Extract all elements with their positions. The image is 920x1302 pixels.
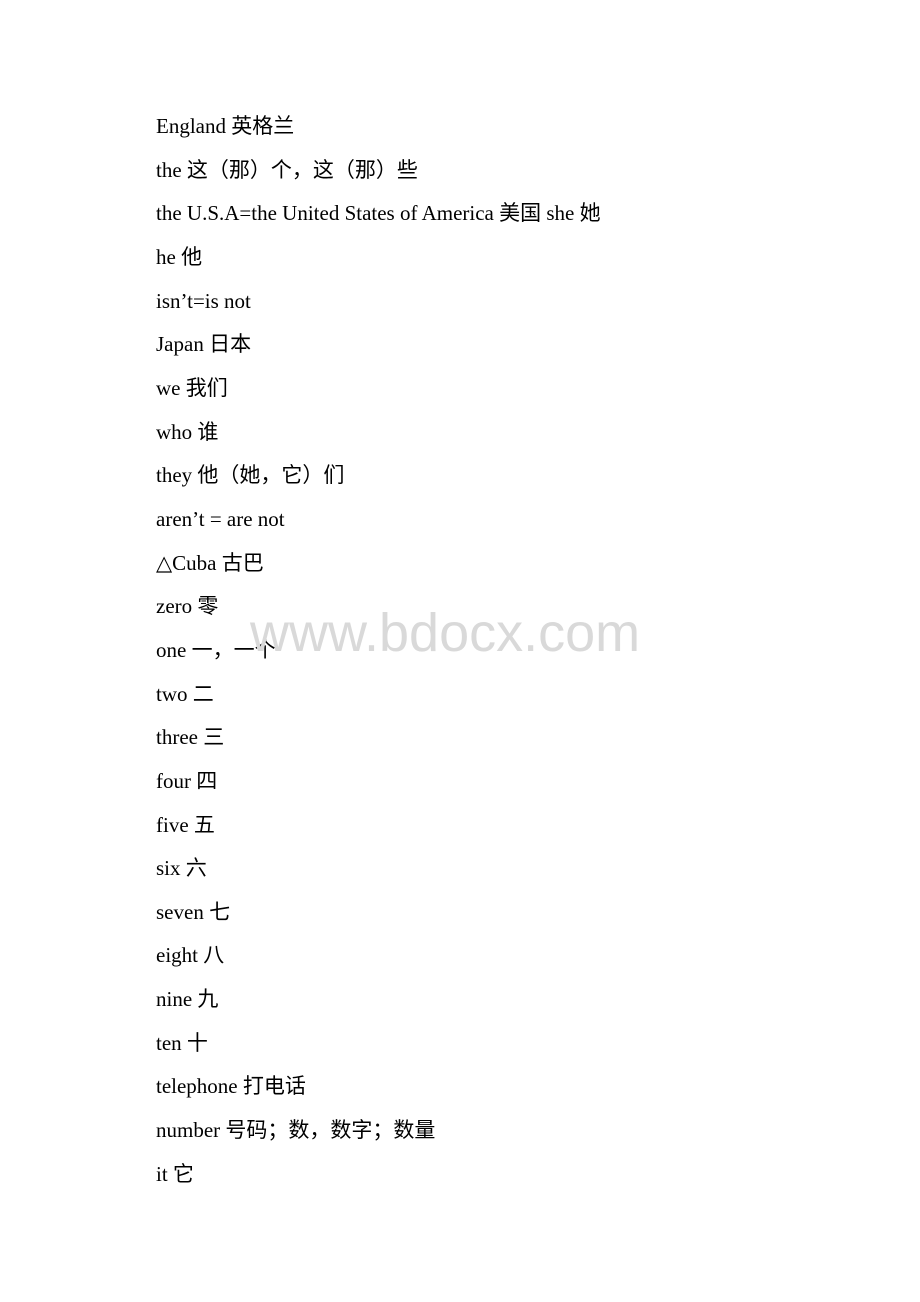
vocab-line: they 他（她，它）们 [156,463,345,488]
vocab-line: eight 八 [156,943,225,968]
vocab-line: nine 九 [156,987,219,1012]
vocab-line: one 一，一个 [156,637,276,662]
vocab-line: Japan 日本 [156,332,252,357]
vocab-line: number 号码；数，数字；数量 [156,1118,436,1143]
vocab-line: the 这（那）个，这（那）些 [156,157,418,182]
vocab-line: zero 零 [156,594,219,619]
vocabulary-list: England 英格兰 the 这（那）个，这（那）些 the U.S.A=th… [156,110,601,1201]
vocab-line: five 五 [156,812,215,837]
vocab-line: who 谁 [156,419,219,444]
vocab-line: six 六 [156,856,207,881]
vocab-line: aren’t = are not [156,506,285,531]
vocab-line: it 它 [156,1161,194,1186]
vocab-line: four 四 [156,768,218,793]
vocab-line: we 我们 [156,375,228,400]
vocab-line: isn’t=is not [156,288,251,313]
vocab-line: telephone 打电话 [156,1074,306,1099]
vocab-line: ten 十 [156,1030,208,1055]
vocab-line: △Cuba 古巴 [156,550,264,575]
vocab-line: three 三 [156,725,225,750]
vocab-line: two 二 [156,681,214,706]
vocab-line: the U.S.A=the United States of America 美… [156,201,601,226]
vocab-line: seven 七 [156,899,231,924]
document-page: England 英格兰 the 这（那）个，这（那）些 the U.S.A=th… [0,0,920,1302]
vocab-line: England 英格兰 [156,114,295,138]
vocab-line: he 他 [156,244,203,269]
